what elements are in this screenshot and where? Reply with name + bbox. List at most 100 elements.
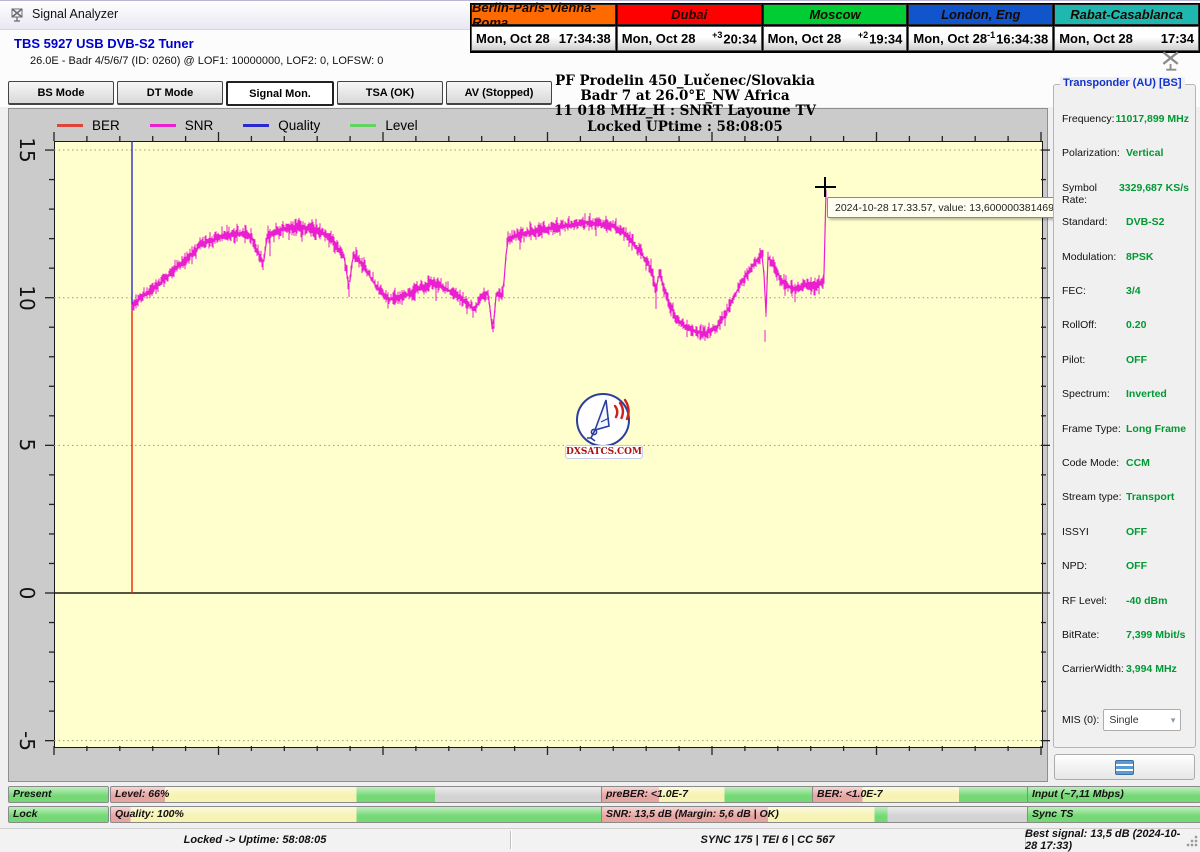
transponder-row: BitRate:7,399 Mbit/s bbox=[1062, 629, 1189, 641]
resize-grip[interactable] bbox=[1186, 835, 1198, 847]
chart-header-line3: 11 018 MHz_H : SNRT Layoune TV bbox=[430, 104, 940, 119]
clock-time: 17:34:38 bbox=[559, 31, 611, 46]
clock-time-cell: Mon, Oct 28 +320:34 bbox=[617, 26, 762, 51]
transponder-row-label: ISSYI bbox=[1062, 526, 1126, 538]
transponder-row-value: OFF bbox=[1126, 526, 1147, 538]
transponder-row: Modulation:8PSK bbox=[1062, 251, 1189, 263]
status-uptime: Locked -> Uptime: 58:08:05 bbox=[0, 829, 510, 851]
transponder-row-label: BitRate: bbox=[1062, 629, 1126, 641]
dxsatcs-watermark: DXSATCS.COM bbox=[565, 392, 641, 460]
clock-city-header: Dubai bbox=[617, 4, 762, 25]
transponder-row-value: DVB-S2 bbox=[1126, 216, 1165, 228]
tuner-subtitle: 26.0E - Badr 4/5/6/7 (ID: 0260) @ LOF1: … bbox=[30, 55, 383, 67]
legend-label: BER bbox=[92, 118, 120, 133]
clock-time: 17:34 bbox=[1161, 31, 1194, 46]
transponder-row-label: Stream type: bbox=[1062, 491, 1126, 503]
signal-bar-present: Present bbox=[8, 786, 109, 803]
world-clocks: Berlin-Paris-Vienna-RomaDubaiMoscowLondo… bbox=[470, 3, 1200, 53]
transponder-row-label: CarrierWidth: bbox=[1062, 663, 1126, 675]
transponder-row: Frequency:11017,899 MHz bbox=[1062, 113, 1189, 125]
transponder-row-label: Pilot: bbox=[1062, 354, 1126, 366]
transponder-row-value: Long Frame bbox=[1126, 423, 1186, 435]
signal-bar-ber: BER: <1.0E-7 bbox=[812, 786, 1029, 803]
transponder-row-value: Inverted bbox=[1126, 388, 1167, 400]
dxsatcs-logo-icon bbox=[565, 392, 641, 448]
mis-dropdown[interactable]: Single ▾ bbox=[1103, 709, 1181, 731]
transponder-row-value: Transport bbox=[1126, 491, 1174, 503]
signal-bar-level: Level: 66% bbox=[110, 786, 603, 803]
signal-bar-quality: Quality: 100% bbox=[110, 806, 603, 823]
signal-bar-input: Input (~7,11 Mbps) bbox=[1027, 786, 1200, 803]
mode-button-signal-mon[interactable]: Signal Mon. bbox=[226, 81, 334, 106]
clock-utc-offset: -1 bbox=[987, 30, 995, 40]
clock-date: Mon, Oct 28 bbox=[913, 31, 987, 46]
transponder-row-value: CCM bbox=[1126, 457, 1150, 469]
clock-utc-offset: +3 bbox=[712, 30, 722, 40]
clock-time-cell: Mon, Oct 2817:34:38 bbox=[471, 26, 616, 51]
transponder-row: Frame Type:Long Frame bbox=[1062, 423, 1189, 435]
transponder-row-label: NPD: bbox=[1062, 560, 1126, 572]
clock-time: -116:34:38 bbox=[987, 30, 1048, 46]
clock-time: +320:34 bbox=[712, 30, 757, 46]
legend-item-snr: SNR bbox=[150, 118, 214, 133]
clock-date: Mon, Oct 28 bbox=[622, 31, 696, 46]
transponder-row-label: Frame Type: bbox=[1062, 423, 1126, 435]
chart-header-line4: Locked UPtime : 58:08:05 bbox=[430, 120, 940, 135]
y-axis-tick-label: 0 bbox=[9, 575, 45, 611]
transponder-row-value: 0.20 bbox=[1126, 319, 1146, 331]
clock-time-cell: Mon, Oct 28 +219:34 bbox=[763, 26, 908, 51]
transponder-row-value: 8PSK bbox=[1126, 251, 1153, 263]
stripes-icon bbox=[1115, 760, 1134, 775]
tuner-title: TBS 5927 USB DVB-S2 Tuner bbox=[14, 36, 194, 51]
legend-swatch bbox=[350, 124, 376, 127]
transponder-row-value: 3329,687 KS/s bbox=[1119, 182, 1189, 206]
legend-swatch bbox=[150, 124, 176, 127]
transponder-row-value: 7,399 Mbit/s bbox=[1126, 629, 1186, 641]
clock-city-header: Berlin-Paris-Vienna-Roma bbox=[471, 4, 616, 25]
clock-date: Mon, Oct 28 bbox=[1059, 31, 1133, 46]
transponder-row: Standard:DVB-S2 bbox=[1062, 216, 1189, 228]
mis-row: MIS (0): Single ▾ bbox=[1062, 709, 1189, 731]
y-axis-tick-label: 5 bbox=[9, 427, 45, 463]
transponder-row-label: Modulation: bbox=[1062, 251, 1126, 263]
signal-chart bbox=[54, 141, 1041, 746]
transponder-row: ISSYIOFF bbox=[1062, 526, 1189, 538]
transponder-row-value: 3/4 bbox=[1126, 285, 1141, 297]
transponder-panel: Transponder (AU) [BS] Frequency:11017,89… bbox=[1053, 78, 1196, 780]
clock-city-header: Rabat-Casablanca bbox=[1054, 4, 1199, 25]
clock-date: Mon, Oct 28 bbox=[768, 31, 842, 46]
transponder-row: Polarization:Vertical bbox=[1062, 147, 1189, 159]
transponder-row-label: RF Level: bbox=[1062, 595, 1126, 607]
legend-swatch bbox=[57, 124, 83, 127]
transponder-row-value: OFF bbox=[1126, 354, 1147, 366]
legend-swatch bbox=[243, 124, 269, 127]
transponder-row: Symbol Rate:3329,687 KS/s bbox=[1062, 182, 1189, 206]
transponder-row-label: Code Mode: bbox=[1062, 457, 1126, 469]
transponder-row-label: Polarization: bbox=[1062, 147, 1126, 159]
y-axis-tick-label: 15 bbox=[9, 132, 45, 168]
transponder-row-label: Symbol Rate: bbox=[1062, 182, 1119, 206]
transponder-row: FEC:3/4 bbox=[1062, 285, 1189, 297]
transponder-row: CarrierWidth:3,994 MHz bbox=[1062, 663, 1189, 675]
transponder-row: Pilot:OFF bbox=[1062, 354, 1189, 366]
transponder-row-value: Vertical bbox=[1126, 147, 1163, 159]
mode-button-dt-mode[interactable]: DT Mode bbox=[117, 81, 223, 105]
chart-tooltip: 2024-10-28 17.33.57, value: 13,600000381… bbox=[827, 197, 1068, 218]
chart-header-line1: PF Prodelin 450_Lučenec/Slovakia bbox=[430, 74, 940, 89]
mode-button-tsa-ok[interactable]: TSA (OK) bbox=[337, 81, 443, 105]
crosshair-cursor-v bbox=[824, 177, 826, 197]
transponder-row-label: Standard: bbox=[1062, 216, 1126, 228]
mode-button-bs-mode[interactable]: BS Mode bbox=[8, 81, 114, 105]
clock-time: +219:34 bbox=[858, 30, 903, 46]
clock-city-header: London, Eng bbox=[908, 4, 1053, 25]
transponder-title: Transponder (AU) [BS] bbox=[1060, 77, 1185, 89]
transponder-row-label: RollOff: bbox=[1062, 319, 1126, 331]
transponder-row: RollOff:0.20 bbox=[1062, 319, 1189, 331]
panel-action-button[interactable] bbox=[1054, 754, 1195, 780]
legend-item-ber: BER bbox=[57, 118, 120, 133]
transponder-row: Stream type:Transport bbox=[1062, 491, 1189, 503]
signal-bar-syncts: Sync TS bbox=[1027, 806, 1200, 823]
status-sync: SYNC 175 | TEI 6 | CC 567 bbox=[510, 829, 1025, 851]
satellite-dish-icon bbox=[9, 6, 27, 24]
mis-selected-value: Single bbox=[1109, 714, 1138, 726]
